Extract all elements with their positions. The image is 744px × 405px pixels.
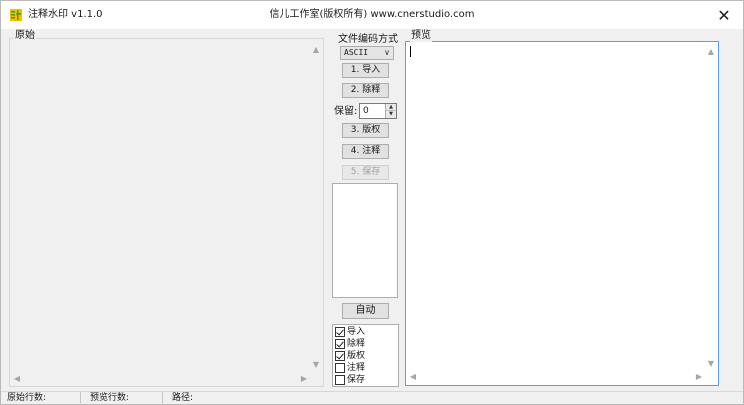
checkbox-copyright[interactable]	[335, 351, 345, 361]
preview-scroll-down-icon[interactable]: ▼	[706, 359, 716, 369]
check-save[interactable]: 保存	[335, 374, 365, 386]
status-bar: 原始行数: 预览行数: 路径:	[1, 391, 743, 405]
keep-stepper[interactable]: 0 ▲ ▼	[359, 103, 397, 119]
check-import-label: 导入	[347, 327, 366, 337]
encoding-select[interactable]: ASCII ∨	[340, 46, 394, 60]
preview-scroll-right-icon[interactable]: ▶	[694, 372, 704, 382]
original-label: 原始	[14, 30, 36, 42]
original-text-area[interactable]: ▲ ▼ ▶ ◀	[9, 38, 324, 387]
encoding-label: 文件编码方式	[338, 34, 398, 45]
status-path: 路径:	[172, 393, 194, 403]
keep-value: 0	[363, 106, 369, 116]
status-preview-lines: 预览行数:	[87, 392, 163, 405]
spin-up-icon[interactable]: ▲	[386, 104, 396, 111]
check-annotate-label: 注释	[347, 363, 366, 373]
log-list[interactable]	[332, 183, 398, 298]
checkbox-save[interactable]	[335, 375, 345, 385]
preview-scroll-left-icon[interactable]: ◀	[408, 372, 418, 382]
annotate-button[interactable]: 4. 注释	[342, 144, 389, 159]
preview-label: 预览	[410, 30, 432, 42]
check-annotate[interactable]: 注释	[335, 362, 365, 374]
spin-down-icon[interactable]: ▼	[386, 111, 396, 118]
main-window: 注释水印 v1.1.0 信儿工作室(版权所有) www.cnerstudio.c…	[0, 0, 744, 405]
check-remove[interactable]: 除释	[335, 338, 365, 350]
check-save-label: 保存	[347, 375, 366, 385]
save-button[interactable]: 5. 保存	[342, 165, 389, 180]
checkbox-remove[interactable]	[335, 339, 345, 349]
checkbox-annotate[interactable]	[335, 363, 345, 373]
chevron-down-icon: ∨	[384, 48, 390, 57]
auto-button[interactable]: 自动	[342, 303, 389, 319]
close-button[interactable]: ✕	[705, 1, 743, 29]
preview-text-area[interactable]: ▲ ▼ ▶ ◀	[405, 41, 719, 386]
scroll-down-icon[interactable]: ▼	[311, 360, 321, 370]
title-bar: 注释水印 v1.1.0 信儿工作室(版权所有) www.cnerstudio.c…	[1, 1, 743, 29]
close-icon: ✕	[717, 5, 731, 25]
remove-comments-button[interactable]: 2. 除释	[342, 83, 389, 98]
preview-scroll-up-icon[interactable]: ▲	[706, 47, 716, 57]
checkbox-import[interactable]	[335, 327, 345, 337]
keep-label: 保留:	[334, 106, 358, 117]
copyright-button[interactable]: 3. 版权	[342, 123, 389, 138]
check-remove-label: 除释	[347, 339, 366, 349]
import-button[interactable]: 1. 导入	[342, 63, 389, 78]
scroll-left-icon[interactable]: ◀	[12, 374, 22, 384]
scroll-right-icon[interactable]: ▶	[299, 374, 309, 384]
auto-steps-group: 导入 除释 版权 注释 保存	[332, 324, 399, 387]
status-original-lines: 原始行数:	[4, 392, 81, 405]
check-copyright-label: 版权	[347, 351, 366, 361]
check-import[interactable]: 导入	[335, 326, 365, 338]
scroll-up-icon[interactable]: ▲	[311, 45, 321, 55]
check-copyright[interactable]: 版权	[335, 350, 365, 362]
text-caret	[410, 46, 411, 57]
encoding-value: ASCII	[344, 48, 369, 57]
spin-buttons: ▲ ▼	[385, 104, 396, 118]
window-title: 信儿工作室(版权所有) www.cnerstudio.com	[269, 9, 475, 20]
